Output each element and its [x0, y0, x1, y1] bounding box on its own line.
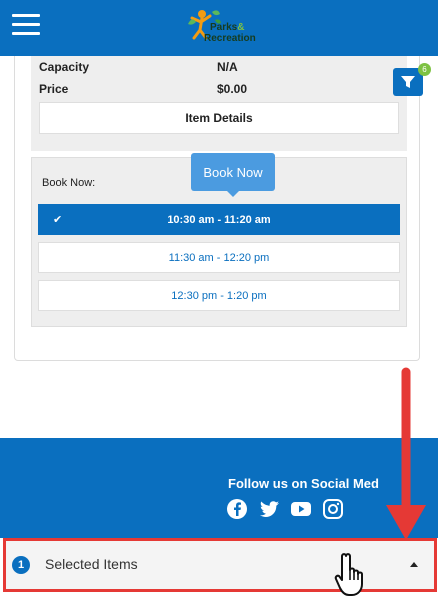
- logo-amp: &: [237, 22, 245, 33]
- selected-count-badge: 1: [12, 556, 30, 574]
- parks-recreation-logo[interactable]: Parks& Recreation: [182, 6, 262, 50]
- item-details-section: Capacity N/A Price $0.00 Item Details: [31, 56, 407, 151]
- twitter-icon[interactable]: [258, 498, 280, 520]
- item-details-button[interactable]: Item Details: [39, 102, 399, 134]
- price-row: Price $0.00: [39, 82, 399, 100]
- selected-items-label: Selected Items: [45, 556, 138, 572]
- content-area: Capacity N/A Price $0.00 Item Details Bo…: [0, 56, 438, 438]
- time-slot-2[interactable]: 11:30 am - 12:20 pm: [38, 242, 400, 273]
- time-slot-label: 11:30 am - 12:20 pm: [168, 251, 270, 264]
- time-slot-1[interactable]: ✔ 10:30 am - 11:20 am: [38, 204, 400, 235]
- book-now-label: Book Now:: [42, 177, 96, 189]
- hamburger-menu-icon[interactable]: [12, 14, 40, 36]
- hand-cursor-icon: [334, 553, 363, 596]
- time-slot-label: 10:30 am - 11:20 am: [167, 213, 271, 226]
- youtube-icon[interactable]: [290, 498, 312, 520]
- book-now-tooltip: Book Now: [191, 153, 275, 197]
- booking-section: Book Now: ✔ 10:30 am - 11:20 am 11:30 am…: [31, 153, 407, 327]
- instagram-icon[interactable]: [322, 498, 344, 520]
- price-value: $0.00: [217, 82, 248, 96]
- footer: Follow us on Social Med: [0, 438, 438, 538]
- time-slot-3[interactable]: 12:30 pm - 1:20 pm: [38, 280, 400, 311]
- follow-us-text: Follow us on Social Med: [228, 476, 379, 491]
- check-icon: ✔: [53, 214, 63, 226]
- logo-line2: Recreation: [204, 33, 256, 44]
- item-card: Capacity N/A Price $0.00 Item Details Bo…: [14, 56, 420, 361]
- filter-icon: [401, 76, 415, 88]
- time-slot-label: 12:30 pm - 1:20 pm: [171, 289, 267, 302]
- price-label: Price: [39, 82, 69, 96]
- capacity-row: Capacity N/A: [39, 60, 399, 78]
- capacity-value: N/A: [217, 60, 238, 74]
- filter-count-badge: 6: [418, 63, 431, 76]
- app-header: Parks& Recreation: [0, 0, 438, 56]
- capacity-label: Capacity: [39, 60, 90, 74]
- facebook-icon[interactable]: [226, 498, 248, 520]
- logo-line1: Parks: [210, 22, 238, 33]
- caret-up-icon[interactable]: [410, 562, 418, 567]
- logo-text: Parks& Recreation: [204, 22, 256, 44]
